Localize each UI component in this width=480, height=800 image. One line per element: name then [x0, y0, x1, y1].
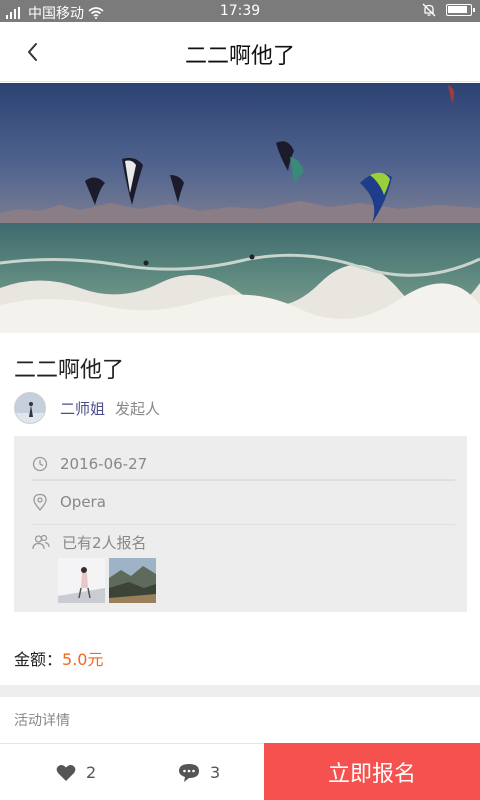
clock-icon — [32, 456, 48, 471]
signup-count-row[interactable]: 已有2人报名 — [32, 528, 455, 556]
organizer-role: 发起人 — [115, 399, 161, 418]
comment-count: 3 — [210, 763, 221, 782]
event-title: 二二啊他了 — [14, 358, 125, 383]
section-divider — [0, 685, 480, 697]
organizer-row[interactable]: 二师姐 发起人 — [14, 392, 160, 424]
signup-count: 已有2人报名 — [62, 533, 147, 552]
page-title: 二二啊他了 — [184, 44, 295, 69]
event-cover-image — [0, 83, 480, 333]
participant-avatar[interactable] — [58, 558, 105, 603]
participant-avatar[interactable] — [109, 558, 156, 603]
participant-avatars — [58, 558, 156, 603]
avatar[interactable] — [14, 392, 46, 424]
event-location: Opera — [60, 493, 106, 511]
like-count: 2 — [86, 763, 97, 782]
organizer-name[interactable]: 二师姐 — [60, 398, 105, 419]
heart-icon — [56, 764, 76, 781]
event-info-box: 2016-06-27 Opera 已有2人报名 — [14, 436, 467, 612]
divider — [32, 524, 455, 525]
event-location-row[interactable]: Opera — [32, 486, 455, 518]
comment-icon — [179, 763, 199, 782]
comment-button[interactable]: 3 — [178, 744, 220, 800]
divider — [32, 480, 455, 481]
price-row: 金额：5.0元 — [14, 646, 103, 670]
event-date-row: 2016-06-27 — [32, 448, 455, 480]
status-time: 17:39 — [219, 3, 261, 19]
details-section-label: 活动详情 — [14, 713, 70, 729]
battery-level — [448, 6, 467, 13]
battery-icon — [446, 4, 475, 16]
status-right — [422, 3, 475, 17]
people-icon — [32, 534, 50, 550]
price-label: 金额： — [14, 650, 63, 669]
location-pin-icon — [33, 493, 47, 511]
bell-off-icon — [422, 3, 436, 17]
nav-bar: 二二啊他了 — [0, 22, 480, 82]
cover-photo — [0, 83, 480, 333]
event-date: 2016-06-27 — [60, 454, 148, 473]
signup-button[interactable]: 立即报名 — [264, 743, 480, 800]
price-value: 5.0元 — [62, 650, 104, 669]
status-bar: 中国移动 17:39 — [0, 0, 480, 22]
like-button[interactable]: 2 — [56, 744, 96, 800]
